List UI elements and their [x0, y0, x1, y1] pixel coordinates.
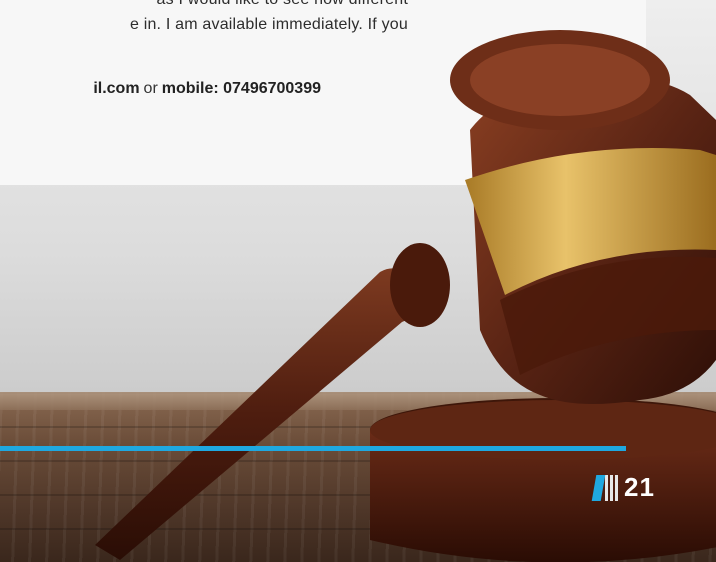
publisher-logo-icon	[591, 474, 618, 501]
page-number: 21	[624, 472, 655, 502]
page: as I would like to see how different e i…	[0, 0, 716, 562]
accent-rule	[0, 446, 626, 451]
page-footer: 21	[591, 472, 655, 503]
